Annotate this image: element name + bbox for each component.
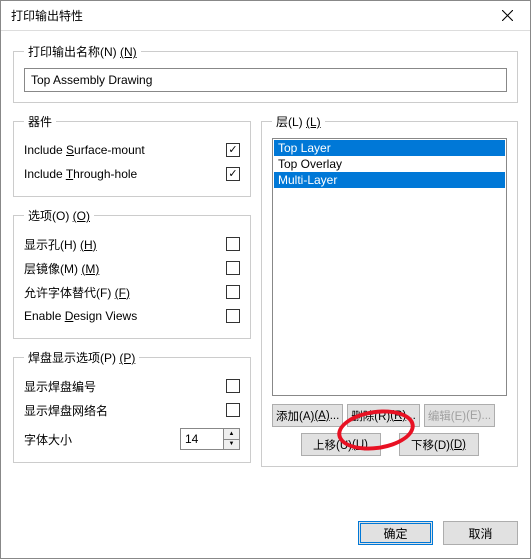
mirror-layers-checkbox[interactable] (226, 261, 240, 275)
add-layer-button[interactable]: 添加(A) (A)... (272, 404, 343, 427)
font-substitution-checkbox[interactable] (226, 285, 240, 299)
pad-display-group: 焊盘显示选项(P) (P) 显示焊盘编号 显示焊盘网络名 字体大小 ▲ ▼ (13, 349, 251, 463)
dialog-content: 打印输出名称(N) (N) 器件 Include Surface-mount I… (1, 31, 530, 509)
layers-legend: 层(L) (L) (272, 113, 325, 130)
design-views-label: Enable Design Views (24, 309, 137, 323)
layers-listbox[interactable]: Top LayerTop OverlayMulti-Layer (272, 138, 507, 396)
fontsize-spinner[interactable]: ▲ ▼ (180, 428, 240, 450)
show-pad-number-checkbox[interactable] (226, 379, 240, 393)
show-holes-label: 显示孔(H) (H) (24, 236, 97, 253)
ok-button[interactable]: 确定 (358, 521, 433, 545)
dialog-footer: 确定 取消 (1, 509, 530, 557)
close-icon (502, 10, 513, 21)
fontsize-label: 字体大小 (24, 431, 72, 448)
fontsize-up-button[interactable]: ▲ (224, 429, 239, 440)
components-group: 器件 Include Surface-mount Include Through… (13, 113, 251, 197)
design-views-checkbox[interactable] (226, 309, 240, 323)
titlebar: 打印输出特性 (1, 1, 530, 31)
remove-layer-button[interactable]: 删除(R) (R)... (347, 404, 420, 427)
layer-item[interactable]: Top Overlay (274, 156, 505, 172)
layers-group: 层(L) (L) Top LayerTop OverlayMulti-Layer… (261, 113, 518, 467)
show-pad-net-label: 显示焊盘网络名 (24, 402, 108, 419)
font-substitution-label: 允许字体替代(F) (F) (24, 284, 130, 301)
layer-item[interactable]: Multi-Layer (274, 172, 505, 188)
move-down-button[interactable]: 下移(D) (D) (399, 433, 479, 456)
name-group: 打印输出名称(N) (N) (13, 43, 518, 103)
surface-mount-label: Include Surface-mount (24, 143, 145, 157)
name-legend: 打印输出名称(N) (N) (24, 43, 141, 60)
cancel-button[interactable]: 取消 (443, 521, 518, 545)
window-title: 打印输出特性 (11, 7, 83, 24)
fontsize-input[interactable] (181, 429, 223, 449)
show-holes-checkbox[interactable] (226, 237, 240, 251)
through-hole-checkbox[interactable] (226, 167, 240, 181)
show-pad-net-checkbox[interactable] (226, 403, 240, 417)
move-up-button[interactable]: 上移(U) (U) (301, 433, 381, 456)
mirror-layers-label: 层镜像(M) (M) (24, 260, 99, 277)
layer-item[interactable]: Top Layer (274, 140, 505, 156)
close-button[interactable] (485, 1, 530, 31)
show-pad-number-label: 显示焊盘编号 (24, 378, 96, 395)
options-group: 选项(O) (O) 显示孔(H) (H) 层镜像(M) (M) 允许字体替代(F… (13, 207, 251, 339)
fontsize-down-button[interactable]: ▼ (224, 440, 239, 450)
components-legend: 器件 (24, 113, 56, 130)
edit-layer-button[interactable]: 编辑(E) (E)... (424, 404, 495, 427)
printout-name-input[interactable] (24, 68, 507, 92)
through-hole-label: Include Through-hole (24, 167, 137, 181)
options-legend: 选项(O) (O) (24, 207, 94, 224)
surface-mount-checkbox[interactable] (226, 143, 240, 157)
pad-display-legend: 焊盘显示选项(P) (P) (24, 349, 139, 366)
